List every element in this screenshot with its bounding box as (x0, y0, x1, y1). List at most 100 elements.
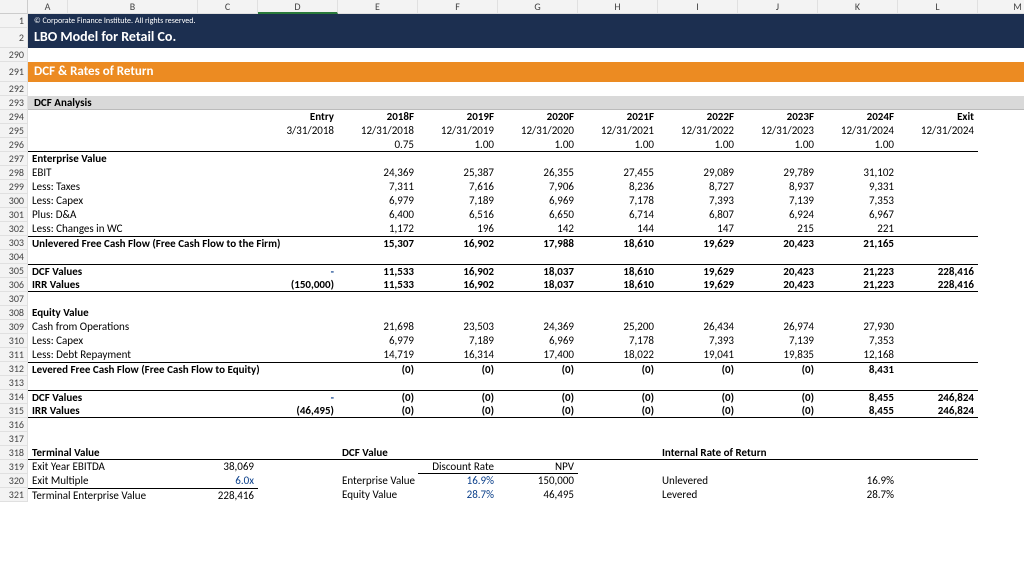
rowhead-315[interactable]: 315 (0, 404, 28, 418)
data-cell: 6,979 (338, 334, 418, 348)
rowhead-1[interactable]: 1 (0, 14, 28, 28)
blank-cell (258, 236, 338, 250)
data-cell: 6,924 (738, 208, 818, 222)
irr-exit: 228,416 (898, 278, 978, 292)
dcf-eq-exit: 246,824 (898, 390, 978, 404)
hdr-entry: Entry (258, 110, 338, 124)
blank-cell (898, 208, 978, 222)
colhead-C[interactable]: C (198, 0, 258, 14)
data-cell: (0) (418, 404, 498, 418)
rowhead-294[interactable]: 294 (0, 110, 28, 124)
rowhead-312[interactable]: 312 (0, 362, 28, 376)
blank-cell (578, 460, 1024, 474)
colhead-D[interactable]: D (258, 0, 338, 14)
rowhead-317[interactable]: 317 (0, 432, 28, 446)
rowhead-319[interactable]: 319 (0, 460, 28, 474)
colhead-L[interactable]: L (898, 0, 978, 14)
blank-cell (258, 208, 338, 222)
rowhead-304[interactable]: 304 (0, 250, 28, 264)
data-cell: 11,533 (338, 278, 418, 292)
blank-cell (738, 474, 818, 488)
rowhead-302[interactable]: 302 (0, 222, 28, 236)
colhead-M[interactable]: M (978, 0, 1024, 14)
dcf-entry: - (258, 264, 338, 278)
rowhead-307[interactable]: 307 (0, 292, 28, 306)
data-cell: 18,022 (578, 348, 658, 362)
hdr-2018: 2018F (338, 110, 418, 124)
ev-discount-rate: 16.9% (418, 474, 498, 488)
date-cell: 12/31/2023 (738, 124, 818, 138)
data-cell: 16,314 (418, 348, 498, 362)
ufcf-label: Unlevered Free Cash Flow (Free Cash Flow… (28, 236, 258, 250)
colhead-H[interactable]: H (578, 0, 658, 14)
rowhead-300[interactable]: 300 (0, 194, 28, 208)
dcf-values-label: DCF Values (28, 264, 258, 278)
rowhead-309[interactable]: 309 (0, 320, 28, 334)
data-cell: 221 (818, 222, 898, 236)
data-cell: 25,387 (418, 166, 498, 180)
data-cell: 6,969 (498, 194, 578, 208)
rowhead-311[interactable]: 311 (0, 348, 28, 362)
rowhead-320[interactable]: 320 (0, 474, 28, 488)
eqv-discount-rate: 28.7% (418, 488, 498, 502)
data-cell: 14,719 (338, 348, 418, 362)
rowhead-299[interactable]: 299 (0, 180, 28, 194)
blank-row (28, 418, 1024, 432)
blank-cell (898, 236, 978, 250)
rowhead-321[interactable]: 321 (0, 488, 28, 502)
rowhead-306[interactable]: 306 (0, 278, 28, 292)
data-cell: (0) (658, 362, 738, 376)
fraction-cell: 1.00 (738, 138, 818, 152)
data-cell: 6,400 (338, 208, 418, 222)
rowhead-314[interactable]: 314 (0, 390, 28, 404)
data-cell: (0) (658, 404, 738, 418)
blank-cell (578, 446, 658, 460)
data-cell: (0) (338, 362, 418, 376)
rowhead-308[interactable]: 308 (0, 306, 28, 320)
colhead-G[interactable]: G (498, 0, 578, 14)
dcf-value-label: DCF Value (338, 446, 578, 460)
colhead-F[interactable]: F (418, 0, 498, 14)
colhead-A[interactable]: A (28, 0, 68, 14)
colhead-E[interactable]: E (338, 0, 418, 14)
levered-irr: 28.7% (818, 488, 898, 502)
blank-cell (258, 362, 338, 376)
rowhead-303[interactable]: 303 (0, 236, 28, 250)
data-cell: 26,355 (498, 166, 578, 180)
data-cell: 7,393 (658, 334, 738, 348)
blank-cell (898, 180, 978, 194)
blank-cell (898, 320, 978, 334)
colhead-B[interactable]: B (68, 0, 198, 14)
rowhead-293[interactable]: 293 (0, 96, 28, 110)
rowhead-316[interactable]: 316 (0, 418, 28, 432)
colhead-J[interactable]: J (738, 0, 818, 14)
colhead-K[interactable]: K (818, 0, 898, 14)
npv-hdr: NPV (498, 460, 578, 474)
eqv-npv: 46,495 (498, 488, 578, 502)
blank-cell (578, 488, 658, 502)
rowhead-291[interactable]: 291 (0, 62, 28, 82)
blank-row (28, 292, 1024, 306)
rowhead-305[interactable]: 305 (0, 264, 28, 278)
data-cell: 8,455 (818, 390, 898, 404)
rowhead-296[interactable]: 296 (0, 138, 28, 152)
spreadsheet-grid[interactable]: A B C D E F G H I J K L M 1 © Corporate … (0, 0, 1024, 502)
rowhead-297[interactable]: 297 (0, 152, 28, 166)
irr-values-label: IRR Values (28, 278, 258, 292)
rowhead-313[interactable]: 313 (0, 376, 28, 390)
rowhead-301[interactable]: 301 (0, 208, 28, 222)
rowhead-310[interactable]: 310 (0, 334, 28, 348)
colhead-I[interactable]: I (658, 0, 738, 14)
rowhead-292[interactable]: 292 (0, 82, 28, 96)
data-cell: (0) (338, 404, 418, 418)
rowhead-290[interactable]: 290 (0, 48, 28, 62)
rowhead-298[interactable]: 298 (0, 166, 28, 180)
rowhead-295[interactable]: 295 (0, 124, 28, 138)
blank-row (28, 376, 1024, 390)
rowhead-318[interactable]: 318 (0, 446, 28, 460)
data-cell: 19,835 (738, 348, 818, 362)
data-cell: 8,236 (578, 180, 658, 194)
rowhead-2[interactable]: 2 (0, 28, 28, 48)
select-all-corner[interactable] (0, 0, 28, 14)
date-exit: 12/31/2024 (898, 124, 978, 138)
